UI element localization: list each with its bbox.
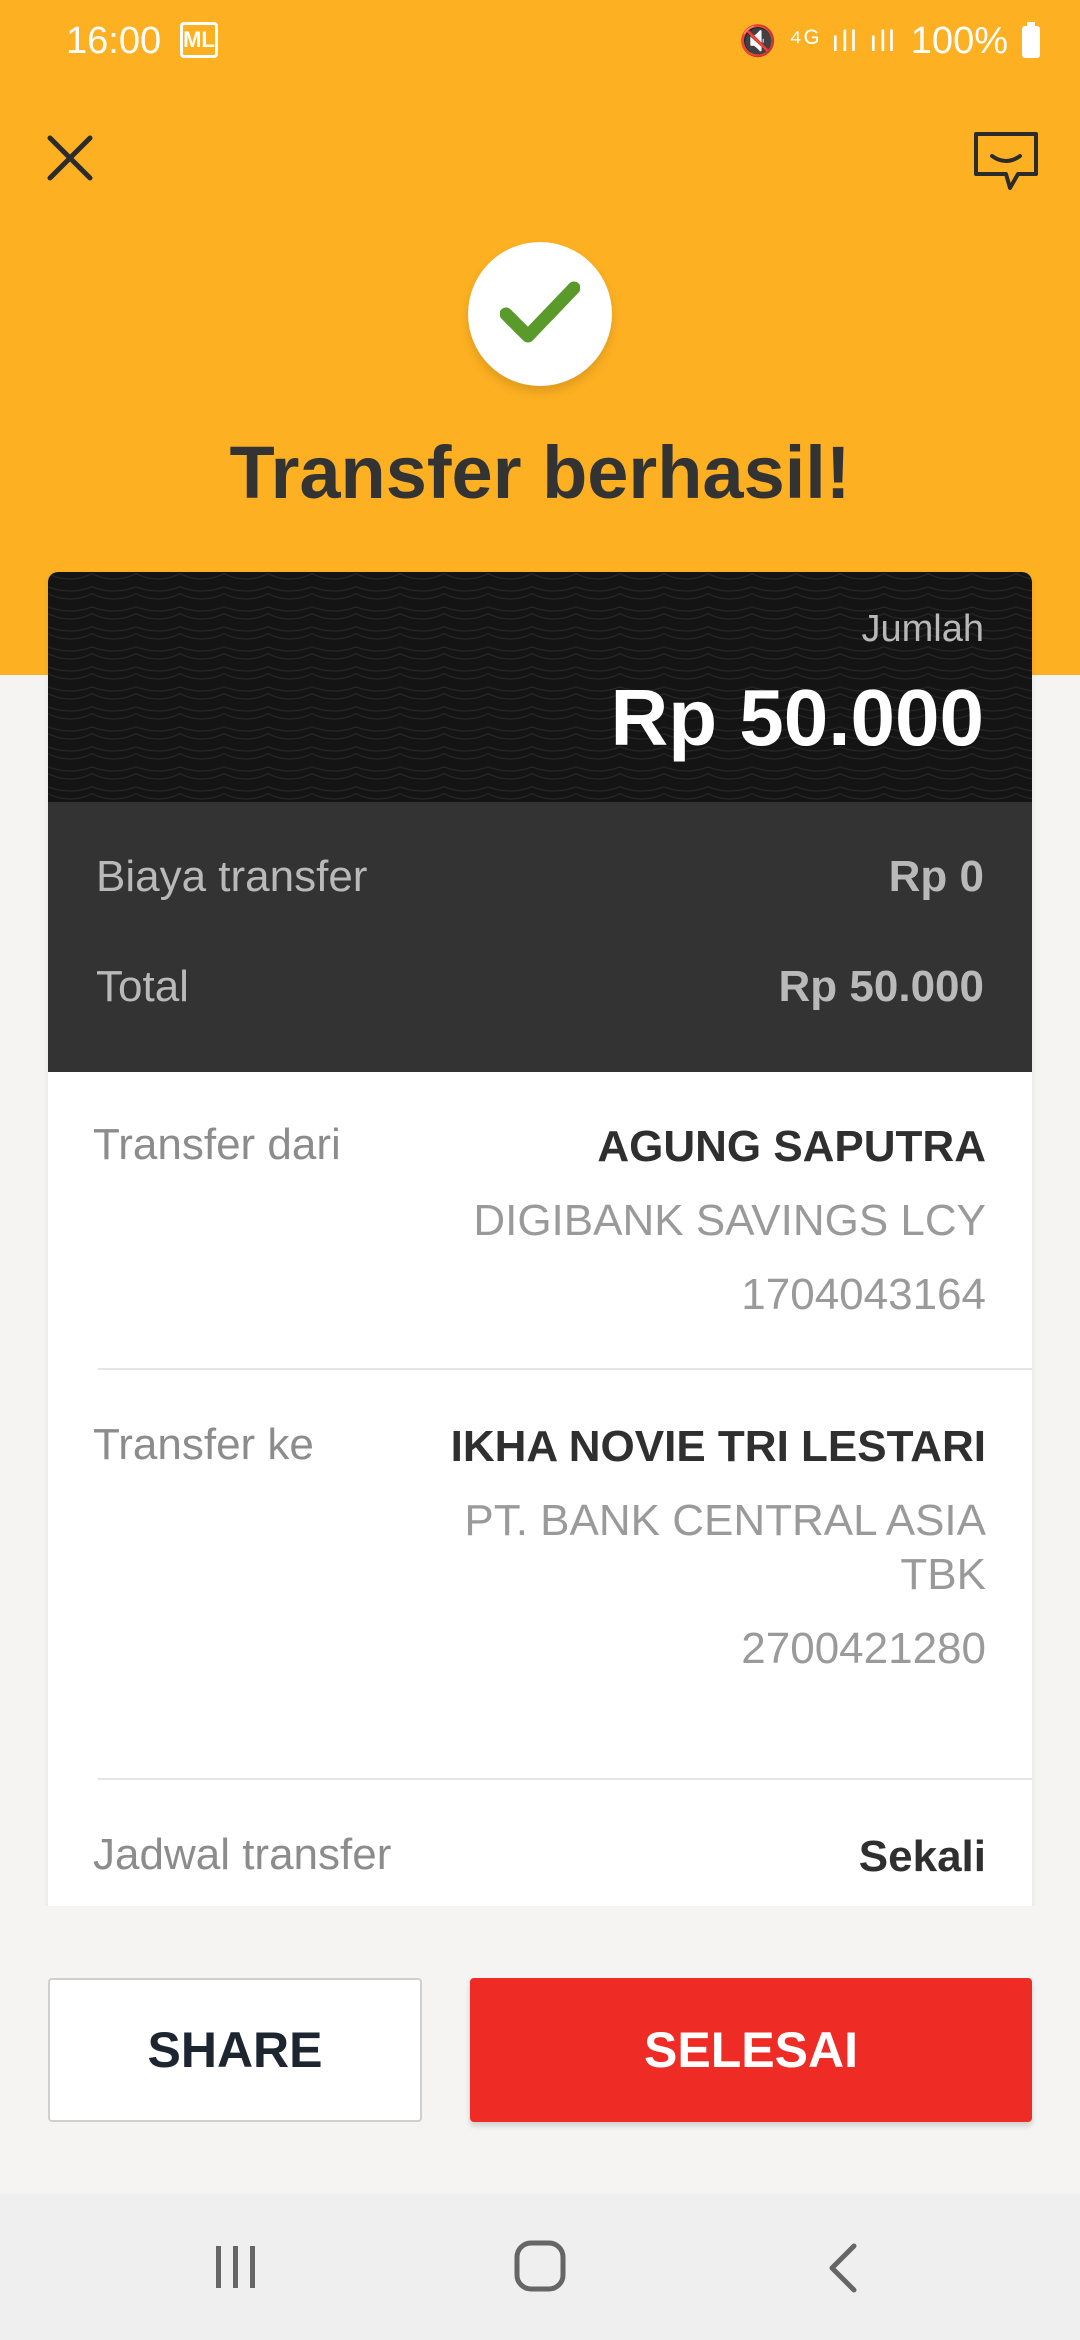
back-icon[interactable] (822, 2240, 862, 2296)
battery-percent: 100% (910, 20, 1008, 62)
schedule-label: Jadwal transfer (93, 1830, 392, 1879)
sender-name: AGUNG SAPUTRA (597, 1122, 986, 1171)
transfer-from-values: AGUNG SAPUTRA DIGIBANK SAVINGS LCY 17040… (426, 1120, 986, 1322)
page-title: Transfer berhasil! (229, 431, 851, 514)
transfer-to-values: IKHA NOVIE TRI LESTARI PT. BANK CENTRAL … (426, 1420, 986, 1676)
success-badge (468, 242, 612, 386)
schedule-values: Sekali (426, 1830, 986, 1884)
chat-icon[interactable] (970, 128, 1042, 196)
amount-label: Jumlah (861, 608, 985, 650)
amount-panel: Jumlah Rp 50.000 (48, 572, 1032, 802)
carrier-icon: ML (180, 22, 218, 58)
recipient-name: IKHA NOVIE TRI LESTARI (450, 1422, 986, 1471)
total-value: Rp 50.000 (778, 962, 984, 1011)
recent-apps-icon[interactable] (210, 2242, 262, 2292)
divider (98, 1778, 1032, 1780)
status-time: 16:00 (66, 20, 162, 62)
fee-panel: Biaya transfer Rp 0 Total Rp 50.000 (48, 802, 1032, 1072)
fee-label: Biaya transfer (96, 852, 368, 901)
battery-icon (1022, 21, 1040, 58)
home-icon[interactable] (512, 2238, 568, 2294)
signal-icons: 🔇 ⁴ᴳ ıll ıll (739, 25, 897, 58)
status-bar: 16:00 ML 🔇 ⁴ᴳ ıll ıll 100% (0, 0, 1080, 84)
recipient-bank: PT. BANK CENTRAL ASIA TBK (464, 1496, 986, 1599)
system-nav-bar (0, 2194, 1080, 2340)
amount-value: Rp 50.000 (610, 673, 984, 762)
total-label: Total (96, 962, 189, 1011)
action-bar: SHARE SELESAI (0, 1906, 1080, 2194)
sender-bank: DIGIBANK SAVINGS LCY (473, 1196, 986, 1245)
schedule-value: Sekali (858, 1832, 986, 1881)
transfer-to-label: Transfer ke (93, 1420, 314, 1469)
status-right-group: 🔇 ⁴ᴳ ıll ıll 100% (739, 20, 1040, 63)
done-button[interactable]: SELESAI (470, 1978, 1032, 2122)
sender-account: 1704043164 (741, 1270, 986, 1319)
close-icon[interactable] (40, 128, 100, 188)
divider (98, 1368, 1032, 1370)
recipient-account: 2700421280 (741, 1624, 986, 1673)
share-button[interactable]: SHARE (48, 1978, 422, 2122)
fee-value: Rp 0 (888, 852, 984, 901)
checkmark-icon (500, 281, 580, 343)
fee-row: Biaya transfer Rp 0 (96, 852, 984, 912)
transfer-from-label: Transfer dari (93, 1120, 341, 1169)
receipt-card: Jumlah Rp 50.000 Biaya transfer Rp 0 Tot… (48, 572, 1032, 1912)
total-row: Total Rp 50.000 (96, 962, 984, 1022)
